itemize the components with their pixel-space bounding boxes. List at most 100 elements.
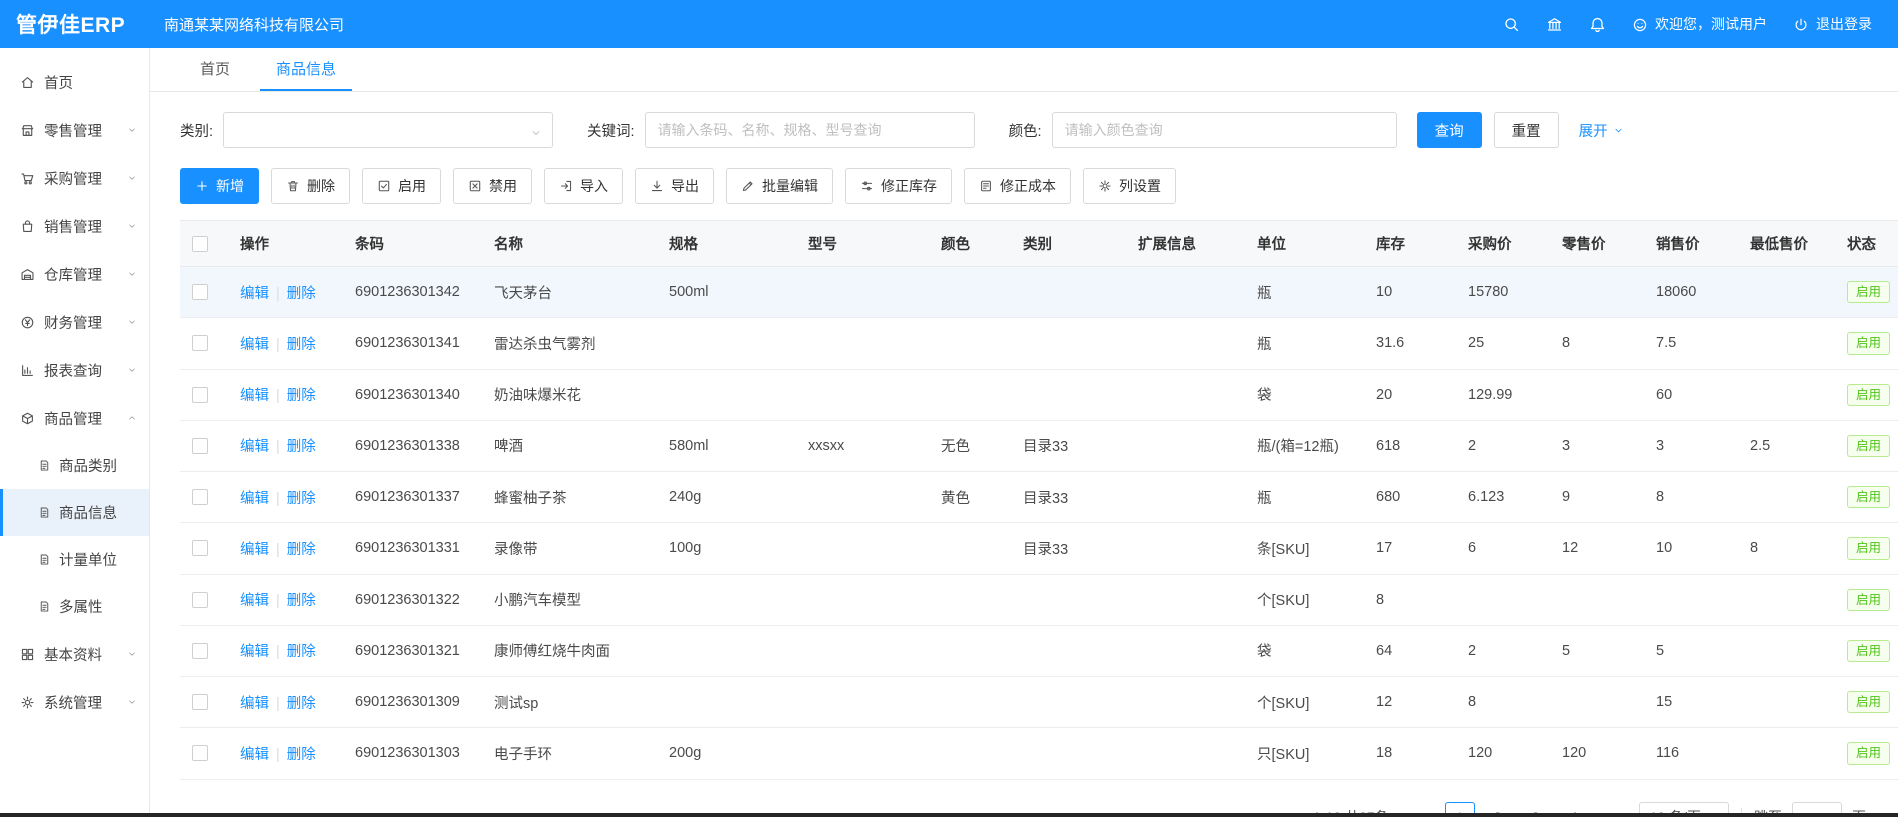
edit-link[interactable]: 编辑	[240, 491, 269, 507]
header-search-button[interactable]	[1503, 16, 1520, 33]
fix-cost-button[interactable]: 修正成本	[964, 168, 1071, 204]
logout-button[interactable]: 退出登录	[1793, 14, 1872, 34]
table-row[interactable]: 编辑|删除6901236301303电子手环200g只[SKU]18120120…	[180, 728, 1898, 779]
table-row[interactable]: 编辑|删除6901236301331录像带100g目录33条[SKU]17612…	[180, 523, 1898, 574]
table-row[interactable]: 编辑|删除6901236301341雷达杀虫气雾剂瓶31.62587.5启用	[180, 318, 1898, 369]
edit-link[interactable]: 编辑	[240, 696, 269, 712]
sidebar-item-home[interactable]: 首页	[0, 58, 149, 106]
row-checkbox[interactable]	[192, 335, 208, 351]
table-row[interactable]: 编辑|删除6901236301338啤酒580mlxxsxx无色目录33瓶/(箱…	[180, 420, 1898, 471]
table-row[interactable]: 编辑|删除6901236301321康师傅红烧牛肉面袋64255启用	[180, 625, 1898, 676]
user-menu[interactable]: 欢迎您，测试用户	[1632, 14, 1767, 34]
cell-stock: 8	[1364, 574, 1456, 625]
row-checkbox[interactable]	[192, 592, 208, 608]
delete-link[interactable]: 删除	[287, 696, 316, 712]
fix-stock-button[interactable]: 修正库存	[845, 168, 952, 204]
status-cell: 启用	[1835, 574, 1898, 625]
category-select[interactable]	[223, 112, 553, 148]
row-checkbox[interactable]	[192, 745, 208, 761]
edit-link[interactable]: 编辑	[240, 439, 269, 455]
edit-link[interactable]: 编辑	[240, 542, 269, 558]
sidebar-item-goods[interactable]: 商品管理	[0, 394, 149, 442]
actions-cell: 编辑|删除	[228, 472, 343, 523]
table-row[interactable]: 编辑|删除6901236301342飞天茅台500ml瓶101578018060…	[180, 267, 1898, 318]
delete-link[interactable]: 删除	[287, 644, 316, 660]
add-button[interactable]: 新增	[180, 168, 259, 204]
table-row[interactable]: 编辑|删除6901236301322小鹏汽车模型个[SKU]8启用	[180, 574, 1898, 625]
cell-ext	[1126, 728, 1245, 779]
column-header-label: 最低售价	[1750, 237, 1808, 253]
sidebar-subitem-measure-unit[interactable]: 计量单位	[0, 536, 149, 583]
sidebar-item-base-data[interactable]: 基本资料	[0, 630, 149, 678]
delete-link[interactable]: 删除	[287, 337, 316, 353]
sidebar-item-report[interactable]: 报表查询	[0, 346, 149, 394]
edit-link[interactable]: 编辑	[240, 388, 269, 404]
sidebar-item-finance[interactable]: 财务管理	[0, 298, 149, 346]
table-row[interactable]: 编辑|删除6901236301340奶油味爆米花袋20129.9960启用	[180, 369, 1898, 420]
batch-edit-button[interactable]: 批量编辑	[726, 168, 833, 204]
cell-category	[1011, 728, 1126, 779]
color-input[interactable]	[1052, 112, 1397, 148]
delete-link[interactable]: 删除	[287, 286, 316, 302]
sidebar-subitem-goods-info[interactable]: 商品信息	[0, 489, 149, 536]
sidebar-item-label: 报表查询	[44, 360, 102, 381]
delete-link[interactable]: 删除	[287, 542, 316, 558]
delete-button[interactable]: 删除	[271, 168, 350, 204]
reset-button[interactable]: 重置	[1494, 112, 1559, 148]
sidebar-item-purchase[interactable]: 采购管理	[0, 154, 149, 202]
row-checkbox[interactable]	[192, 489, 208, 505]
search-button[interactable]: 查询	[1417, 112, 1482, 148]
edit-link[interactable]: 编辑	[240, 286, 269, 302]
expand-toggle[interactable]: 展开	[1579, 120, 1624, 141]
row-checkbox[interactable]	[192, 540, 208, 556]
tab-home[interactable]: 首页	[184, 48, 246, 91]
sidebar-item-system[interactable]: 系统管理	[0, 678, 149, 726]
sidebar-item-warehouse[interactable]: 仓库管理	[0, 250, 149, 298]
disable-button[interactable]: 禁用	[453, 168, 532, 204]
delete-link[interactable]: 删除	[287, 388, 316, 404]
sidebar-subitem-multi-attribute[interactable]: 多属性	[0, 583, 149, 630]
tab-goods-info[interactable]: 商品信息	[260, 48, 352, 91]
delete-link[interactable]: 删除	[287, 491, 316, 507]
notifications-button[interactable]	[1589, 16, 1606, 33]
keyword-input[interactable]	[645, 112, 975, 148]
cell-value: 3	[1562, 438, 1570, 454]
cell-model	[796, 677, 929, 728]
row-checkbox[interactable]	[192, 643, 208, 659]
cell-color	[929, 369, 1011, 420]
header-portal-button[interactable]	[1546, 16, 1563, 33]
cell-category	[1011, 318, 1126, 369]
edit-link[interactable]: 编辑	[240, 644, 269, 660]
status-cell: 启用	[1835, 318, 1898, 369]
table-row[interactable]: 编辑|删除6901236301337蜂蜜柚子茶240g黄色目录33瓶6806.1…	[180, 472, 1898, 523]
cell-unit: 袋	[1245, 369, 1364, 420]
row-checkbox[interactable]	[192, 387, 208, 403]
delete-link[interactable]: 删除	[287, 439, 316, 455]
toolbar-button-label: 新增	[216, 176, 244, 196]
cell-value: 120	[1562, 745, 1586, 761]
row-checkbox[interactable]	[192, 438, 208, 454]
edit-link[interactable]: 编辑	[240, 747, 269, 763]
table-header-row: 操作条码名称规格型号颜色类别扩展信息单位库存采购价零售价销售价最低售价状态	[180, 221, 1898, 267]
sidebar-item-retail[interactable]: 零售管理	[0, 106, 149, 154]
row-checkbox[interactable]	[192, 694, 208, 710]
export-button[interactable]: 导出	[635, 168, 714, 204]
column-settings-button[interactable]: 列设置	[1083, 168, 1176, 204]
delete-link[interactable]: 删除	[287, 593, 316, 609]
enable-button[interactable]: 启用	[362, 168, 441, 204]
sidebar-subitem-goods-category[interactable]: 商品类别	[0, 442, 149, 489]
app-logo[interactable]: 管伊佳ERP	[16, 9, 150, 39]
table-row[interactable]: 编辑|删除6901236301309测试sp个[SKU]12815启用	[180, 677, 1898, 728]
import-button[interactable]: 导入	[544, 168, 623, 204]
column-header: 规格	[657, 221, 796, 267]
edit-link[interactable]: 编辑	[240, 337, 269, 353]
edit-link[interactable]: 编辑	[240, 593, 269, 609]
product-table: 操作条码名称规格型号颜色类别扩展信息单位库存采购价零售价销售价最低售价状态 编辑…	[180, 220, 1898, 780]
delete-link[interactable]: 删除	[287, 747, 316, 763]
select-all-checkbox[interactable]	[192, 236, 208, 252]
bell-icon	[1589, 16, 1606, 33]
checkbox-cell	[180, 625, 228, 676]
sidebar-item-sales[interactable]: 销售管理	[0, 202, 149, 250]
row-checkbox[interactable]	[192, 284, 208, 300]
checkbox-cell	[180, 677, 228, 728]
